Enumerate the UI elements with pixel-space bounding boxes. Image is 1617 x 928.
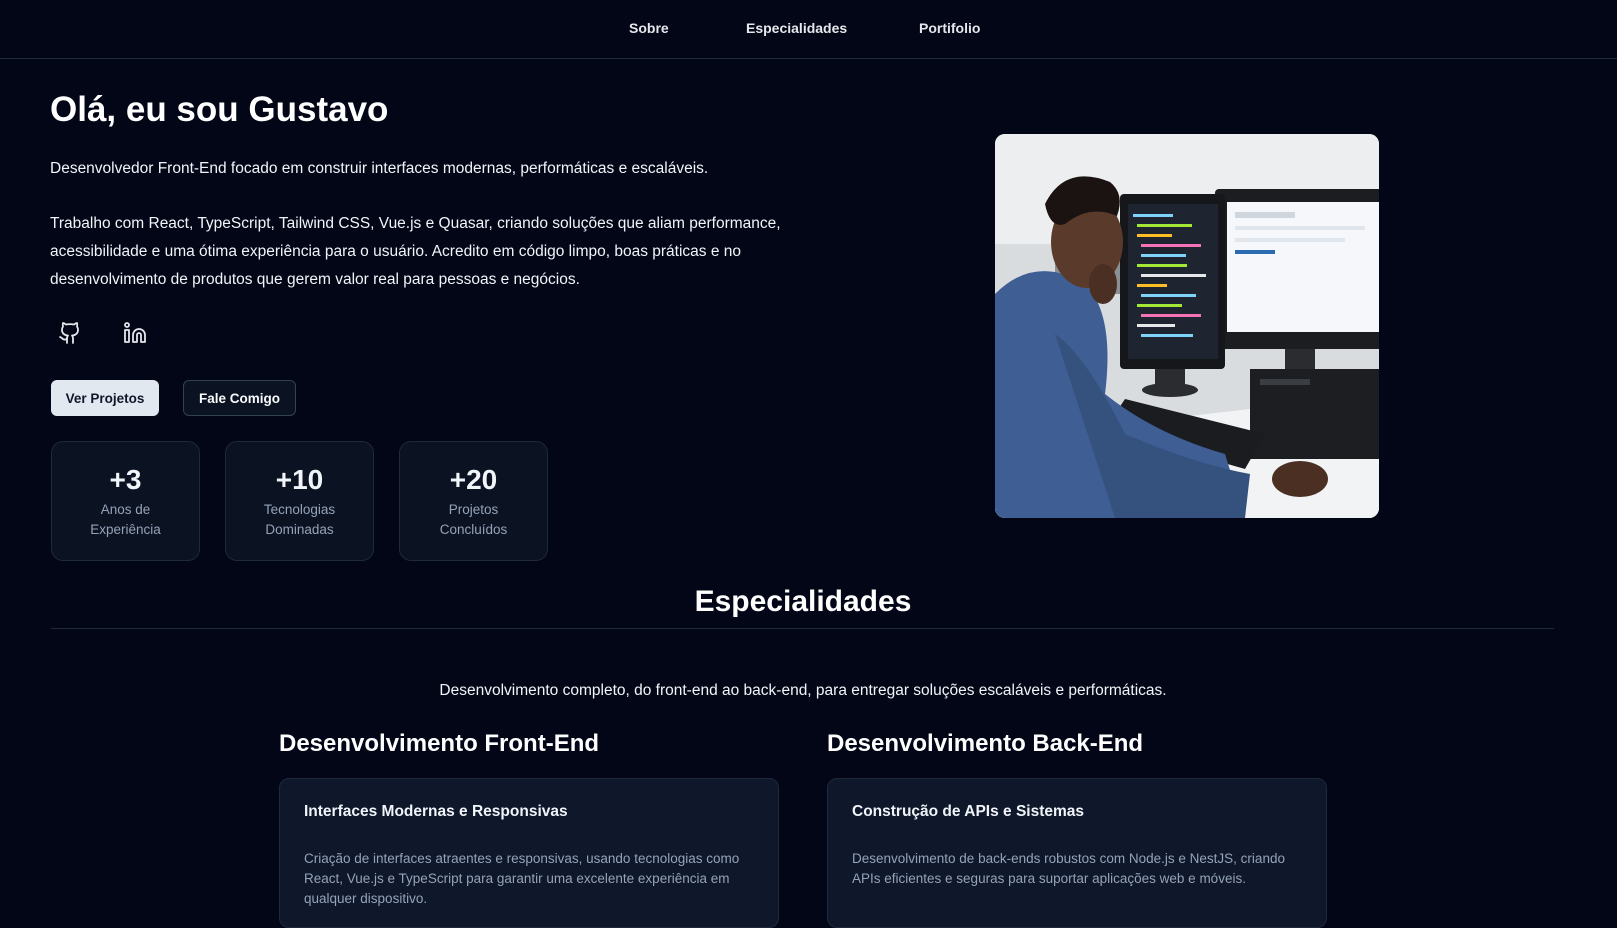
stat-value: +20	[449, 464, 498, 495]
stat-label: Tecnologias Dominadas	[236, 500, 363, 540]
contact-me-button[interactable]: Fale Comigo	[183, 380, 296, 416]
nav-link-especialidades[interactable]: Especialidades	[746, 20, 847, 36]
stat-label-line: Projetos	[448, 502, 499, 517]
stat-card-experience: +3 Anos de Experiência	[51, 441, 200, 561]
github-link[interactable]	[55, 320, 85, 350]
card-title: Construção de APIs e Sistemas	[852, 803, 1085, 820]
frontend-column-title: Desenvolvimento Front-End	[279, 730, 600, 757]
top-navbar: Sobre Especialidades Portifolio	[0, 0, 1617, 59]
card-title: Interfaces Modernas e Responsivas	[304, 803, 568, 820]
hero-lead: Desenvolvedor Front-End focado em constr…	[50, 160, 709, 177]
frontend-card: Interfaces Modernas e Responsivas Criaçã…	[279, 778, 779, 928]
section-divider	[51, 628, 1554, 629]
view-projects-button[interactable]: Ver Projetos	[51, 380, 159, 416]
stat-label-line: Concluídos	[439, 522, 508, 537]
stat-label: Anos de Experiência	[62, 500, 189, 540]
stat-label: Projetos Concluídos	[410, 500, 537, 540]
stat-label-line: Tecnologias	[263, 502, 336, 517]
nav-link-portifolio[interactable]: Portifolio	[919, 20, 980, 36]
stat-card-projects: +20 Projetos Concluídos	[399, 441, 548, 561]
hero-description: Trabalho com React, TypeScript, Tailwind…	[50, 215, 781, 288]
github-icon	[58, 321, 82, 350]
stat-value: +3	[109, 464, 142, 495]
hero-title: Olá, eu sou Gustavo	[50, 90, 389, 129]
stat-label-line: Anos de	[100, 502, 151, 517]
card-description: Desenvolvimento de back-ends robustos co…	[852, 851, 1285, 886]
linkedin-icon	[123, 321, 147, 350]
backend-column-title: Desenvolvimento Back-End	[827, 730, 1144, 757]
section-title: Especialidades	[694, 585, 912, 618]
card-description: Criação de interfaces atraentes e respon…	[304, 851, 740, 906]
nav-link-sobre[interactable]: Sobre	[629, 20, 669, 36]
profile-photo	[995, 134, 1379, 518]
backend-card: Construção de APIs e Sistemas Desenvolvi…	[827, 778, 1327, 928]
linkedin-link[interactable]	[120, 320, 150, 350]
stat-value: +10	[275, 464, 324, 495]
stat-label-line: Dominadas	[265, 522, 334, 537]
section-subtitle: Desenvolvimento completo, do front-end a…	[439, 682, 1167, 699]
stat-card-technologies: +10 Tecnologias Dominadas	[225, 441, 374, 561]
stat-label-line: Experiência	[90, 522, 161, 537]
